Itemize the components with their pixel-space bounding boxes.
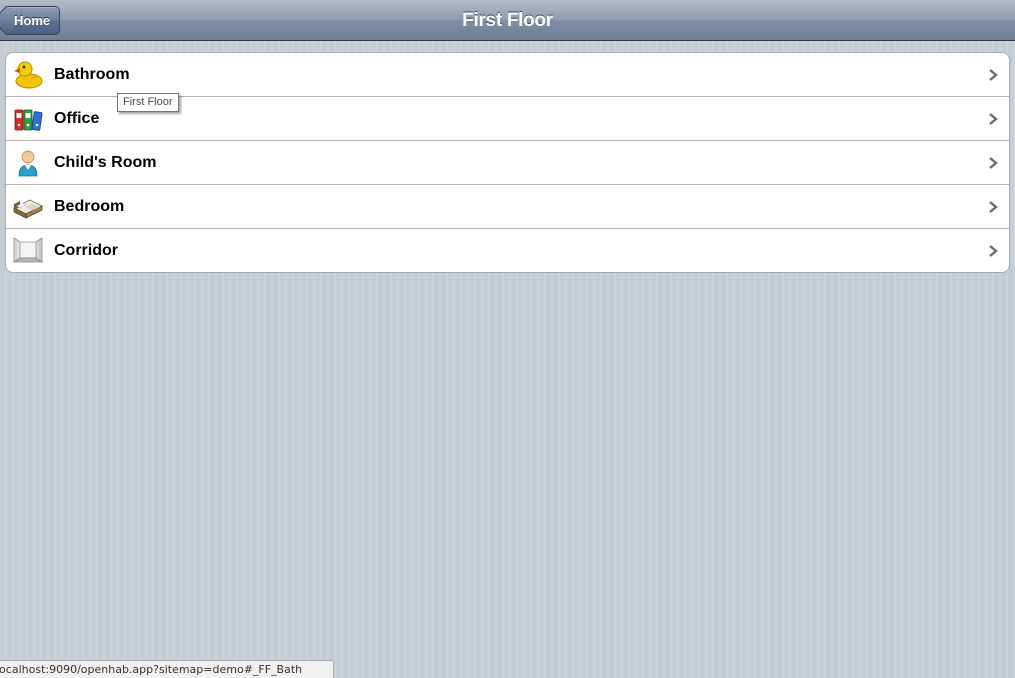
page-title: First Floor (462, 10, 553, 31)
list-item-childs-room[interactable]: Child's Room (6, 141, 1009, 185)
child-person-icon (18, 150, 38, 177)
list-item-label: Bedroom (54, 198, 125, 215)
status-url: localhost:9090/openhab.app?sitemap=demo#… (0, 663, 303, 676)
room-list: Bathroom Office Child's Room Bedroom Cor… (5, 52, 1010, 273)
binders-icon (14, 109, 43, 131)
browser-status-bar: localhost:9090/openhab.app?sitemap=demo#… (0, 660, 334, 678)
chevron-right-icon (989, 113, 998, 125)
list-item-bedroom[interactable]: Bedroom (6, 185, 1009, 229)
chevron-right-icon (989, 245, 998, 257)
chevron-right-icon (989, 157, 998, 169)
top-toolbar: Home First Floor (0, 0, 1015, 41)
list-item-bathroom[interactable]: Bathroom (6, 53, 1009, 97)
chevron-right-icon (989, 69, 998, 81)
list-item-label: Corridor (54, 242, 118, 259)
list-item-label: Office (54, 110, 100, 127)
list-item-label: Child's Room (54, 154, 157, 171)
rubber-duck-icon (14, 61, 43, 89)
bed-icon (13, 199, 43, 219)
hover-tooltip: First Floor (117, 93, 179, 112)
chevron-right-icon (989, 201, 998, 213)
list-item-corridor[interactable]: Corridor (6, 229, 1009, 272)
corridor-icon (12, 237, 44, 263)
list-item-label: Bathroom (54, 66, 130, 83)
